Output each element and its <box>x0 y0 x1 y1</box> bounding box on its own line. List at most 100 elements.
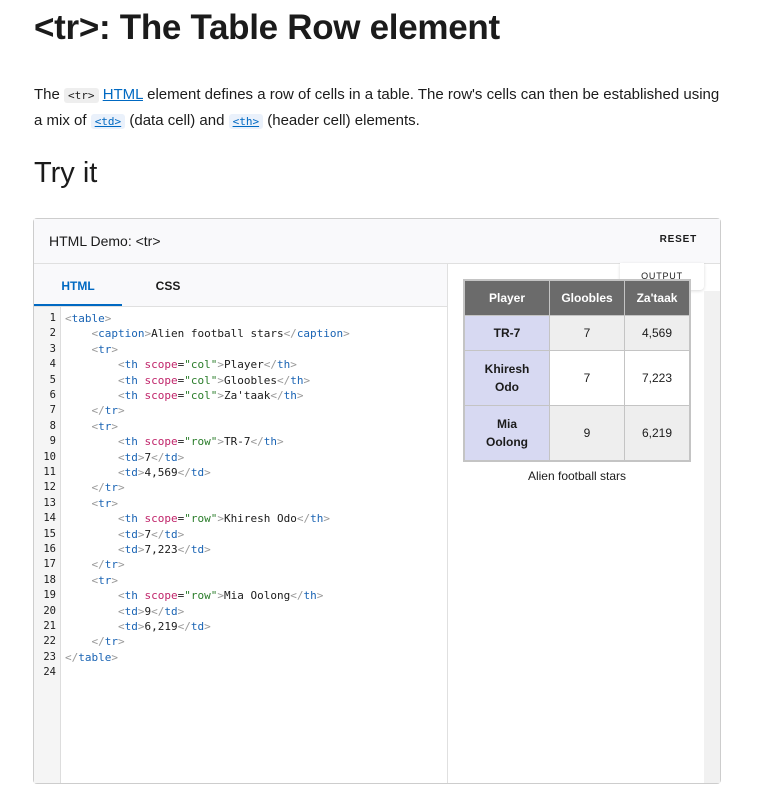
table-header-row: Player Gloobles Za'taak <box>463 279 691 316</box>
code-line: 18 <tr> <box>34 573 414 588</box>
editor-tabs: HTML CSS <box>34 264 447 307</box>
code-editor[interactable]: 1 <table> 2 <caption>Alien football stars<… <box>34 307 447 783</box>
table-row: TR-7 7 4,569 <box>463 315 691 351</box>
interactive-demo: HTML Demo: <tr> RESET HTML CSS 1 <table> 2… <box>33 218 721 784</box>
code-line: 1 <table> <box>34 311 414 326</box>
code-text: </tr> <box>91 481 125 495</box>
code-text: <table> <box>65 312 112 325</box>
line-number: 1 <box>49 312 56 324</box>
data-cell-gloobles: 7 <box>549 315 625 351</box>
tab-html[interactable]: HTML <box>34 264 122 306</box>
code-line: 20 <td>9</td> <box>34 604 414 619</box>
line-number: 3 <box>49 342 56 355</box>
tr-code: <tr> <box>64 88 99 103</box>
code-text: <tr> <box>91 573 119 587</box>
table-header-cell: Player <box>463 279 550 316</box>
editor-pane: HTML CSS 1 <table> 2 <caption>Alien footba… <box>34 264 448 783</box>
th-link[interactable]: <th> <box>228 112 264 129</box>
code-line: 5 <th scope="col">Gloobles</th> <box>34 373 414 388</box>
page-title: <tr>: The Table Row element <box>34 8 500 47</box>
code-line: 12 </tr> <box>34 480 414 495</box>
code-text: <tr> <box>91 496 119 510</box>
line-number: 6 <box>49 389 56 401</box>
code-line: 11 <td>4,569</td> <box>34 465 414 480</box>
table-row: Mia Oolong 9 6,219 <box>463 405 691 462</box>
data-cell-zataak: 4,569 <box>624 315 691 351</box>
code-text: <tr> <box>91 342 119 356</box>
line-number: 13 <box>43 496 56 509</box>
line-number: 14 <box>43 512 56 525</box>
line-number: 11 <box>43 466 56 478</box>
output-scrollbar[interactable] <box>704 291 720 783</box>
line-number: 15 <box>43 527 56 540</box>
line-number: 21 <box>43 620 56 632</box>
td-link[interactable]: <td> <box>90 112 126 129</box>
tab-css[interactable]: CSS <box>124 264 212 306</box>
code-line: 4 <th scope="col">Player</th> <box>34 357 414 372</box>
line-number: 19 <box>43 589 56 602</box>
line-number: 12 <box>43 481 56 494</box>
line-number: 9 <box>49 435 56 448</box>
code-text: <td>6,219</td> <box>117 620 211 633</box>
output-table: Player Gloobles Za'taak TR-7 7 4,569 Khires… <box>463 279 691 462</box>
html-link[interactable]: HTML <box>103 86 143 103</box>
line-number: 20 <box>43 604 56 617</box>
line-number: 4 <box>49 358 56 371</box>
code-line: 24 <box>34 665 414 680</box>
code-line: 15 <td>7</td> <box>34 527 414 542</box>
code-line: 23 </table> <box>34 650 414 665</box>
demo-header: HTML Demo: <tr> RESET <box>34 219 720 264</box>
code-line: 22 </tr> <box>34 634 414 649</box>
intro-paragraph: The <tr> HTML element defines a row of c… <box>34 86 720 129</box>
code-line: 14 <th scope="row">Khiresh Odo</th> <box>34 511 414 526</box>
line-number: 5 <box>49 373 56 386</box>
line-number: 17 <box>43 558 56 571</box>
code-line: 16 <td>7,223</td> <box>34 542 414 557</box>
code-line: 19 <th scope="row">Mia Oolong</th> <box>34 588 414 603</box>
table-header-cell: Za'taak <box>624 279 691 316</box>
row-header-cell: Khiresh Odo <box>463 350 550 406</box>
line-number: 22 <box>43 635 56 648</box>
code-text: </table> <box>65 650 118 664</box>
code-text: <td>9</td> <box>117 604 185 618</box>
demo-title: HTML Demo: <tr> <box>49 233 161 249</box>
row-header-cell: Mia Oolong <box>463 405 550 462</box>
code-text: <td>7</td> <box>117 450 185 464</box>
code-text: <th scope="row">Mia Oolong</th> <box>117 589 324 603</box>
code-text: <th scope="col">Gloobles</th> <box>117 373 311 387</box>
code-text: <tr> <box>91 419 119 433</box>
code-text: <td>7</td> <box>117 527 185 541</box>
code-line: 2 <caption>Alien football stars</caption… <box>34 326 414 341</box>
line-number: 16 <box>43 543 56 555</box>
code-line: 10 <td>7</td> <box>34 450 414 465</box>
code-text: <th scope="row">TR-7</th> <box>117 435 284 449</box>
code-text: <th scope="col">Player</th> <box>117 358 297 372</box>
data-cell-gloobles: 9 <box>549 405 625 462</box>
code-line: 21 <td>6,219</td> <box>34 619 414 634</box>
code-line: 6 <th scope="col">Za'taak</th> <box>34 388 414 403</box>
code-text: <th scope="row">Khiresh Odo</th> <box>117 512 330 526</box>
data-cell-zataak: 7,223 <box>624 350 691 406</box>
line-number: 2 <box>49 327 56 340</box>
table-header-cell: Gloobles <box>549 279 625 316</box>
code-text: <caption>Alien football stars</caption> <box>91 327 350 341</box>
code-line: 9 <th scope="row">TR-7</th> <box>34 434 414 449</box>
code-line: 8 <tr> <box>34 419 414 434</box>
line-number: 18 <box>43 573 56 586</box>
line-number: 24 <box>43 666 56 679</box>
line-number: 10 <box>43 450 56 463</box>
code-line: 17 </tr> <box>34 557 414 572</box>
code-text: <th scope="col">Za'taak</th> <box>117 389 304 402</box>
row-header-cell: TR-7 <box>463 315 550 351</box>
reset-button[interactable]: RESET <box>660 234 697 245</box>
output-pane: OUTPUT Player Gloobles Za'taak TR-7 7 4,56… <box>448 263 720 783</box>
line-number: 8 <box>49 419 56 432</box>
line-number: 23 <box>43 650 56 663</box>
table-row: Khiresh Odo 7 7,223 <box>463 350 691 406</box>
code-text: </tr> <box>91 635 125 649</box>
code-text: <td>4,569</td> <box>117 466 211 479</box>
section-title-try-it: Try it <box>34 157 98 189</box>
code-line: 3 <tr> <box>34 342 414 357</box>
code-text: </tr> <box>91 404 125 418</box>
code-text: <td>7,223</td> <box>117 543 211 556</box>
